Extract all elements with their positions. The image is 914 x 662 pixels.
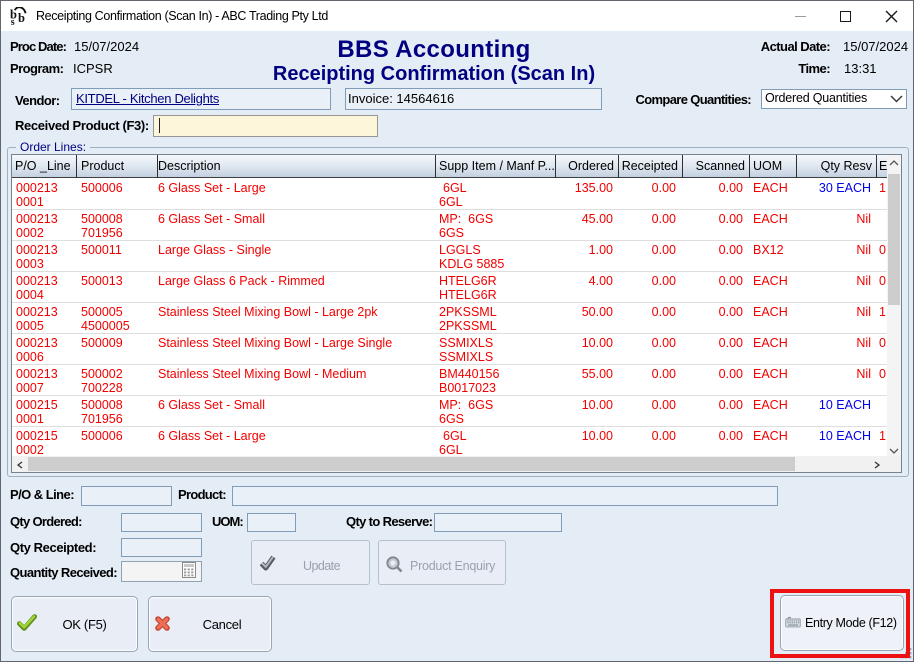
svg-text:b: b bbox=[18, 11, 25, 25]
svg-text:s: s bbox=[11, 17, 15, 26]
